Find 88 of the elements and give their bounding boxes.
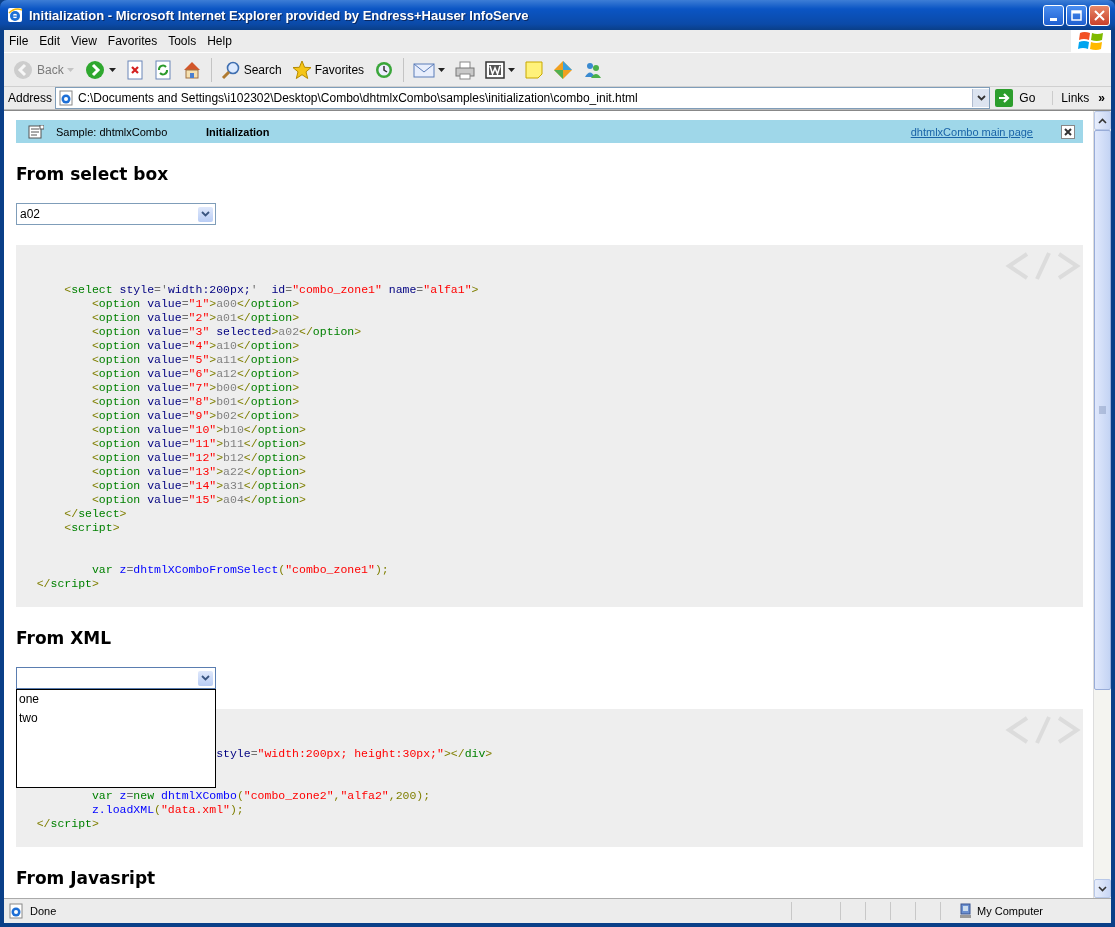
grip-icon[interactable] <box>1099 406 1106 414</box>
code-line: <option value="1">a00</option> <box>91 297 300 310</box>
code-line: <option value="11">b11</option> <box>91 437 306 450</box>
chevron-down-icon <box>201 675 210 681</box>
code-line: style="width:200px; height:30px;"></div> <box>216 747 493 760</box>
code-line: </select> <box>64 507 127 520</box>
menu-item[interactable]: View <box>66 34 103 48</box>
sample-title: Initialization <box>206 125 270 138</box>
close-button[interactable] <box>1061 124 1075 139</box>
menu-item[interactable]: Favorites <box>102 34 164 48</box>
code-line: <option value="3" selected>a02</option> <box>91 325 362 338</box>
combo-box[interactable] <box>16 667 216 689</box>
code-line: <option value="2">a01</option> <box>91 311 300 324</box>
combo-value: a02 <box>20 207 41 221</box>
code-line: <option value="9">b02</option> <box>91 409 300 422</box>
code-line: </script> <box>36 817 99 830</box>
code-line: z.loadXML("data.xml"); <box>91 803 244 816</box>
document-icon <box>28 124 44 139</box>
minimize-button[interactable] <box>1043 4 1064 26</box>
dropdown-option[interactable]: one <box>17 690 215 709</box>
printer-icon <box>455 59 476 80</box>
maximize-button[interactable] <box>1066 4 1087 26</box>
zone-text: My Computer <box>977 905 1044 917</box>
section-heading: From Javasript <box>16 867 156 889</box>
section-heading: From select box <box>16 163 169 185</box>
section-heading: From XML <box>16 627 112 649</box>
chevron-up-icon[interactable] <box>1098 117 1107 124</box>
star-icon <box>291 59 312 80</box>
go-button[interactable]: Go <box>993 89 1050 107</box>
refresh-icon <box>153 59 172 80</box>
code-line: <option value="8">b01</option> <box>91 395 300 408</box>
code-line: <option value="13">a22</option> <box>91 465 306 478</box>
caret-icon <box>438 67 446 72</box>
caret-icon <box>66 67 74 72</box>
dropdown-button[interactable] <box>198 670 213 686</box>
windows-logo-icon <box>1078 30 1104 52</box>
main-page-link[interactable]: dhtmlxCombo main page <box>910 125 1033 138</box>
maximize-icon <box>1071 9 1082 21</box>
menu-item[interactable]: Edit <box>34 34 67 48</box>
document-icon <box>485 59 506 80</box>
caret-icon <box>508 67 516 72</box>
combo-box[interactable]: a02 <box>16 203 216 225</box>
code-line: <option value="10">b10</option> <box>91 423 306 436</box>
chevron-down-icon <box>201 211 210 217</box>
close-icon <box>1094 9 1105 21</box>
more-button[interactable]: » <box>1094 91 1111 105</box>
dropdown-button[interactable] <box>972 89 990 107</box>
dropdown-option[interactable]: two <box>17 709 215 728</box>
address-text[interactable]: C:\Documents and Settings\i102302\Desktop\Combo\dhtmlxCombo\samples\initialization\combo_init.html <box>78 91 969 105</box>
code-line: <select style='width:200px;' id="combo_zone1" name="alfa1"> <box>64 283 479 296</box>
computer-icon <box>957 903 973 919</box>
caret-icon <box>108 67 116 72</box>
search-icon <box>220 59 241 80</box>
menu-item[interactable]: Tools <box>163 34 203 48</box>
minimize-icon <box>1050 17 1057 21</box>
diamond-icon <box>553 59 574 80</box>
stop-icon <box>125 59 144 80</box>
code-line: <option value="12">b12</option> <box>91 451 306 464</box>
code-line: </script> <box>36 577 99 590</box>
code-line: <script> <box>64 521 120 534</box>
address-field[interactable]: C:\Documents and Settings\i102302\Desktop\Combo\dhtmlxCombo\samples\initialization\combo_init.html <box>55 87 991 109</box>
code-line: <option value="5">a11</option> <box>91 353 300 366</box>
browser-icon <box>7 7 23 23</box>
code-line: <option value="4">a10</option> <box>91 339 300 352</box>
code-line: var z=new dhtmlXCombo("combo_zone2","alfa2",200); <box>91 789 431 802</box>
menu-item[interactable]: Help <box>202 34 238 48</box>
status-text: Done <box>30 905 57 917</box>
clock-icon <box>374 59 395 80</box>
search-button[interactable]: Search <box>216 57 286 82</box>
chevron-down-icon <box>976 95 986 101</box>
favorites-button[interactable]: Favorites <box>287 57 369 82</box>
links-button[interactable]: Links <box>1052 91 1092 105</box>
vertical-scrollbar[interactable] <box>1093 111 1111 898</box>
sticky-note-icon <box>525 60 544 79</box>
code-line: <option value="7">b00</option> <box>91 381 300 394</box>
address-label: Address <box>8 91 53 105</box>
chevron-down-icon[interactable] <box>1098 885 1107 892</box>
code-line: <option value="15">a04</option> <box>91 493 306 506</box>
sample-caption: Sample: dhtmlxCombo <box>56 125 169 138</box>
menu-item[interactable]: File <box>4 34 35 48</box>
page-icon <box>8 903 24 919</box>
envelope-icon <box>413 60 436 79</box>
code-line: <option value="14">a31</option> <box>91 479 306 492</box>
code-line: <option value="6">a12</option> <box>91 367 300 380</box>
code-line: var z=dhtmlXComboFromSelect("combo_zone1"); <box>91 563 389 576</box>
page-icon <box>58 90 75 106</box>
dropdown-button[interactable] <box>198 206 213 222</box>
window-title: Initialization - Microsoft Internet Explorer provided by Endress+Hauser InfoServe <box>29 7 529 23</box>
